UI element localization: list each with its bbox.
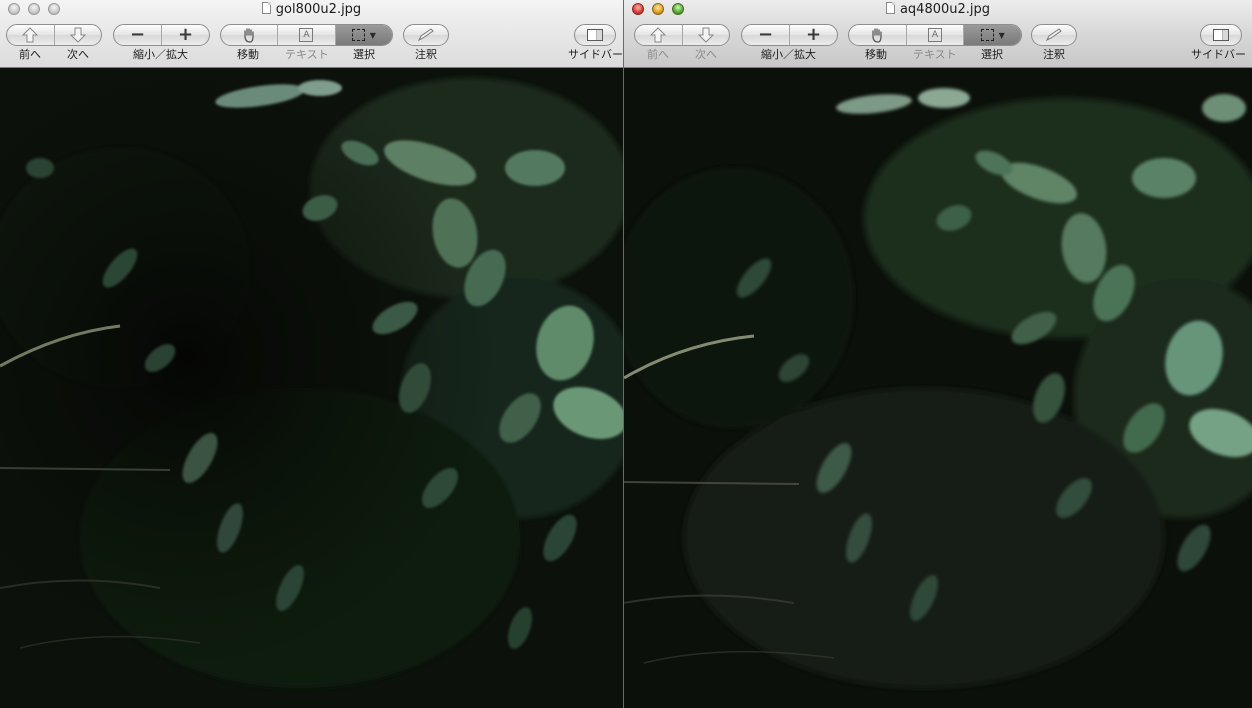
plus-icon: + (177, 24, 194, 45)
hand-icon (872, 28, 882, 43)
back-button[interactable] (7, 25, 54, 45)
select-tool-button[interactable]: ▼ (963, 25, 1021, 45)
text-label: テキスト (913, 48, 957, 61)
select-label: 選択 (353, 48, 375, 61)
next-label: 次へ (67, 48, 89, 61)
arrow-up-icon (650, 27, 667, 43)
sidebar-button[interactable] (1201, 25, 1241, 45)
pencil-icon (417, 28, 434, 42)
toolbar: aq4800u2.jpg 前へ 次へ − + 縮小／拡大 A ▼ 移動 テキスト… (624, 0, 1252, 68)
sidebar-label: サイドバー (1191, 48, 1246, 61)
sidebar-button[interactable] (575, 25, 615, 45)
annotate-label: 注釈 (1043, 48, 1065, 61)
annotate-button[interactable] (1032, 25, 1076, 45)
minus-icon: − (757, 24, 774, 45)
text-cursor-icon: A (299, 28, 314, 42)
sidebar-icon (587, 29, 603, 41)
back-label: 前へ (647, 48, 669, 61)
minus-icon: − (129, 24, 146, 45)
select-label: 選択 (981, 48, 1003, 61)
pencil-icon (1045, 28, 1062, 42)
zoom-label: 縮小／拡大 (761, 48, 816, 61)
window-title: aq4800u2.jpg (624, 1, 1252, 19)
plus-icon: + (805, 24, 822, 45)
arrow-down-icon (697, 27, 714, 43)
arrow-up-icon (22, 27, 39, 43)
zoom-out-button[interactable]: − (114, 25, 161, 45)
arrow-down-icon (69, 27, 86, 43)
text-label: テキスト (285, 48, 329, 61)
next-button[interactable] (681, 25, 730, 45)
zoom-in-button[interactable]: + (789, 25, 837, 45)
text-cursor-icon: A (928, 28, 942, 42)
chevron-down-icon: ▼ (998, 30, 1005, 40)
move-tool-button[interactable] (221, 25, 277, 45)
annotate-button[interactable] (404, 25, 448, 45)
back-button[interactable] (635, 25, 682, 45)
foliage-photo (0, 68, 623, 708)
rect-select-icon (980, 29, 994, 41)
move-label: 移動 (865, 48, 887, 61)
preview-window-right: aq4800u2.jpg 前へ 次へ − + 縮小／拡大 A ▼ 移動 テキスト… (623, 0, 1252, 708)
document-icon (885, 2, 895, 14)
document-icon (261, 2, 271, 14)
preview-window-left: gol800u2.jpg 前へ 次へ − + 縮小／拡大 A ▼ 移動 テキスト… (0, 0, 623, 708)
back-label: 前へ (19, 48, 41, 61)
zoom-in-button[interactable]: + (161, 25, 209, 45)
toolbar: gol800u2.jpg 前へ 次へ − + 縮小／拡大 A ▼ 移動 テキスト… (0, 0, 623, 68)
hand-icon (244, 28, 254, 43)
sidebar-icon (1213, 29, 1229, 41)
text-tool-button[interactable]: A (277, 25, 334, 45)
select-tool-button[interactable]: ▼ (334, 25, 392, 45)
foliage-photo (624, 68, 1252, 708)
next-button[interactable] (53, 25, 102, 45)
text-tool-button[interactable]: A (905, 25, 964, 45)
zoom-label: 縮小／拡大 (133, 48, 188, 61)
sidebar-label: サイドバー (568, 48, 623, 61)
window-title: gol800u2.jpg (0, 1, 623, 19)
chevron-down-icon: ▼ (369, 30, 376, 40)
move-tool-button[interactable] (849, 25, 906, 45)
next-label: 次へ (695, 48, 717, 61)
annotate-label: 注釈 (415, 48, 437, 61)
rect-select-icon (351, 29, 365, 41)
move-label: 移動 (237, 48, 259, 61)
photo-view[interactable] (0, 68, 623, 708)
zoom-out-button[interactable]: − (742, 25, 789, 45)
photo-view[interactable] (624, 68, 1252, 708)
